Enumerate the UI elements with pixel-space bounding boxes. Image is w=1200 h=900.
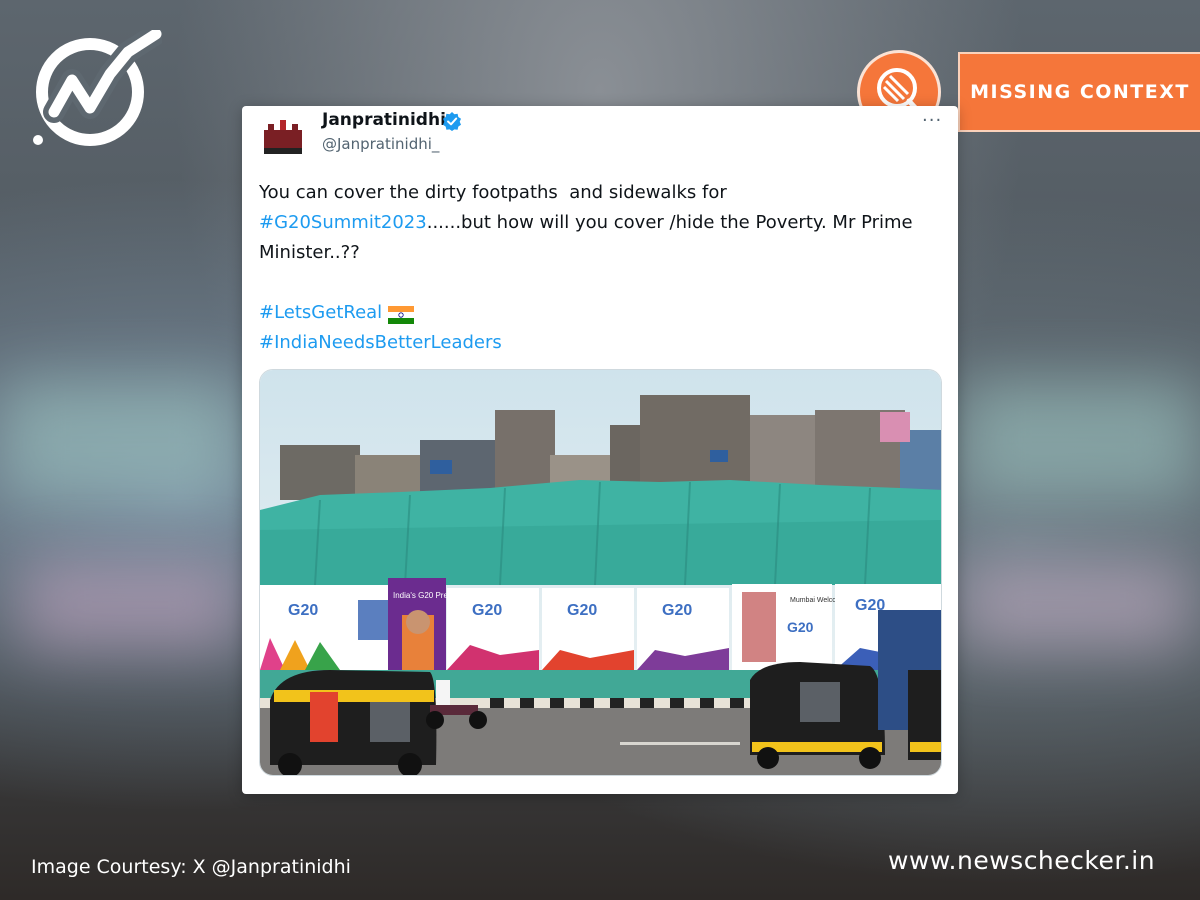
g20-banners: G20 India's G20 Presidency G20 G20 G20 M… [260,578,941,670]
image-courtesy-caption: Image Courtesy: X @Janpratinidhi [31,856,351,878]
hashtag-letsgetreal[interactable]: #LetsGetReal [259,302,382,323]
auto-rickshaw-left [270,670,437,775]
tweet-media-photo[interactable]: G20 India's G20 Presidency G20 G20 G20 M… [259,369,942,776]
background-blur-right [960,380,1200,500]
banner-g20-4: G20 [662,602,692,619]
hashtag-g20summit2023[interactable]: #G20Summit2023 [259,212,427,233]
banner-g20-3: G20 [567,602,597,619]
newschecker-check-icon [33,23,167,146]
site-url[interactable]: www.newschecker.in [888,846,1155,875]
india-flag-icon [388,304,415,324]
verdict-label: MISSING CONTEXT [958,52,1200,132]
display-name[interactable]: Janpratinidhi [322,110,446,130]
tweet-text-line2: ......but how will you cover /hide the P… [426,212,913,233]
tweet-text-line1: You can cover the dirty footpaths and si… [259,182,727,203]
auto-rickshaw-right [750,662,885,769]
tweet-text-line3: Minister..?? [259,242,360,263]
banner-g20-1: G20 [288,602,318,619]
tweet-text: You can cover the dirty footpaths and si… [259,178,949,358]
background-blur-left-pink [20,560,240,650]
verified-icon [442,111,462,131]
banner-g20-5: G20 [787,619,814,635]
banner-g20-2: G20 [472,602,502,619]
janpratinidhi-logo[interactable] [260,116,306,160]
hashtag-indianeedsbetterleaders[interactable]: #IndiaNeedsBetterLeaders [259,332,502,353]
background-blur-right-pink [960,560,1190,650]
handle[interactable]: @Janpratinidhi_ [322,135,439,153]
tweet-card: Janpratinidhi @Janpratinidhi_ ··· You ca… [242,106,958,794]
more-icon[interactable]: ··· [922,110,942,131]
background-blur-top [0,380,240,500]
newschecker-logo [32,23,167,150]
